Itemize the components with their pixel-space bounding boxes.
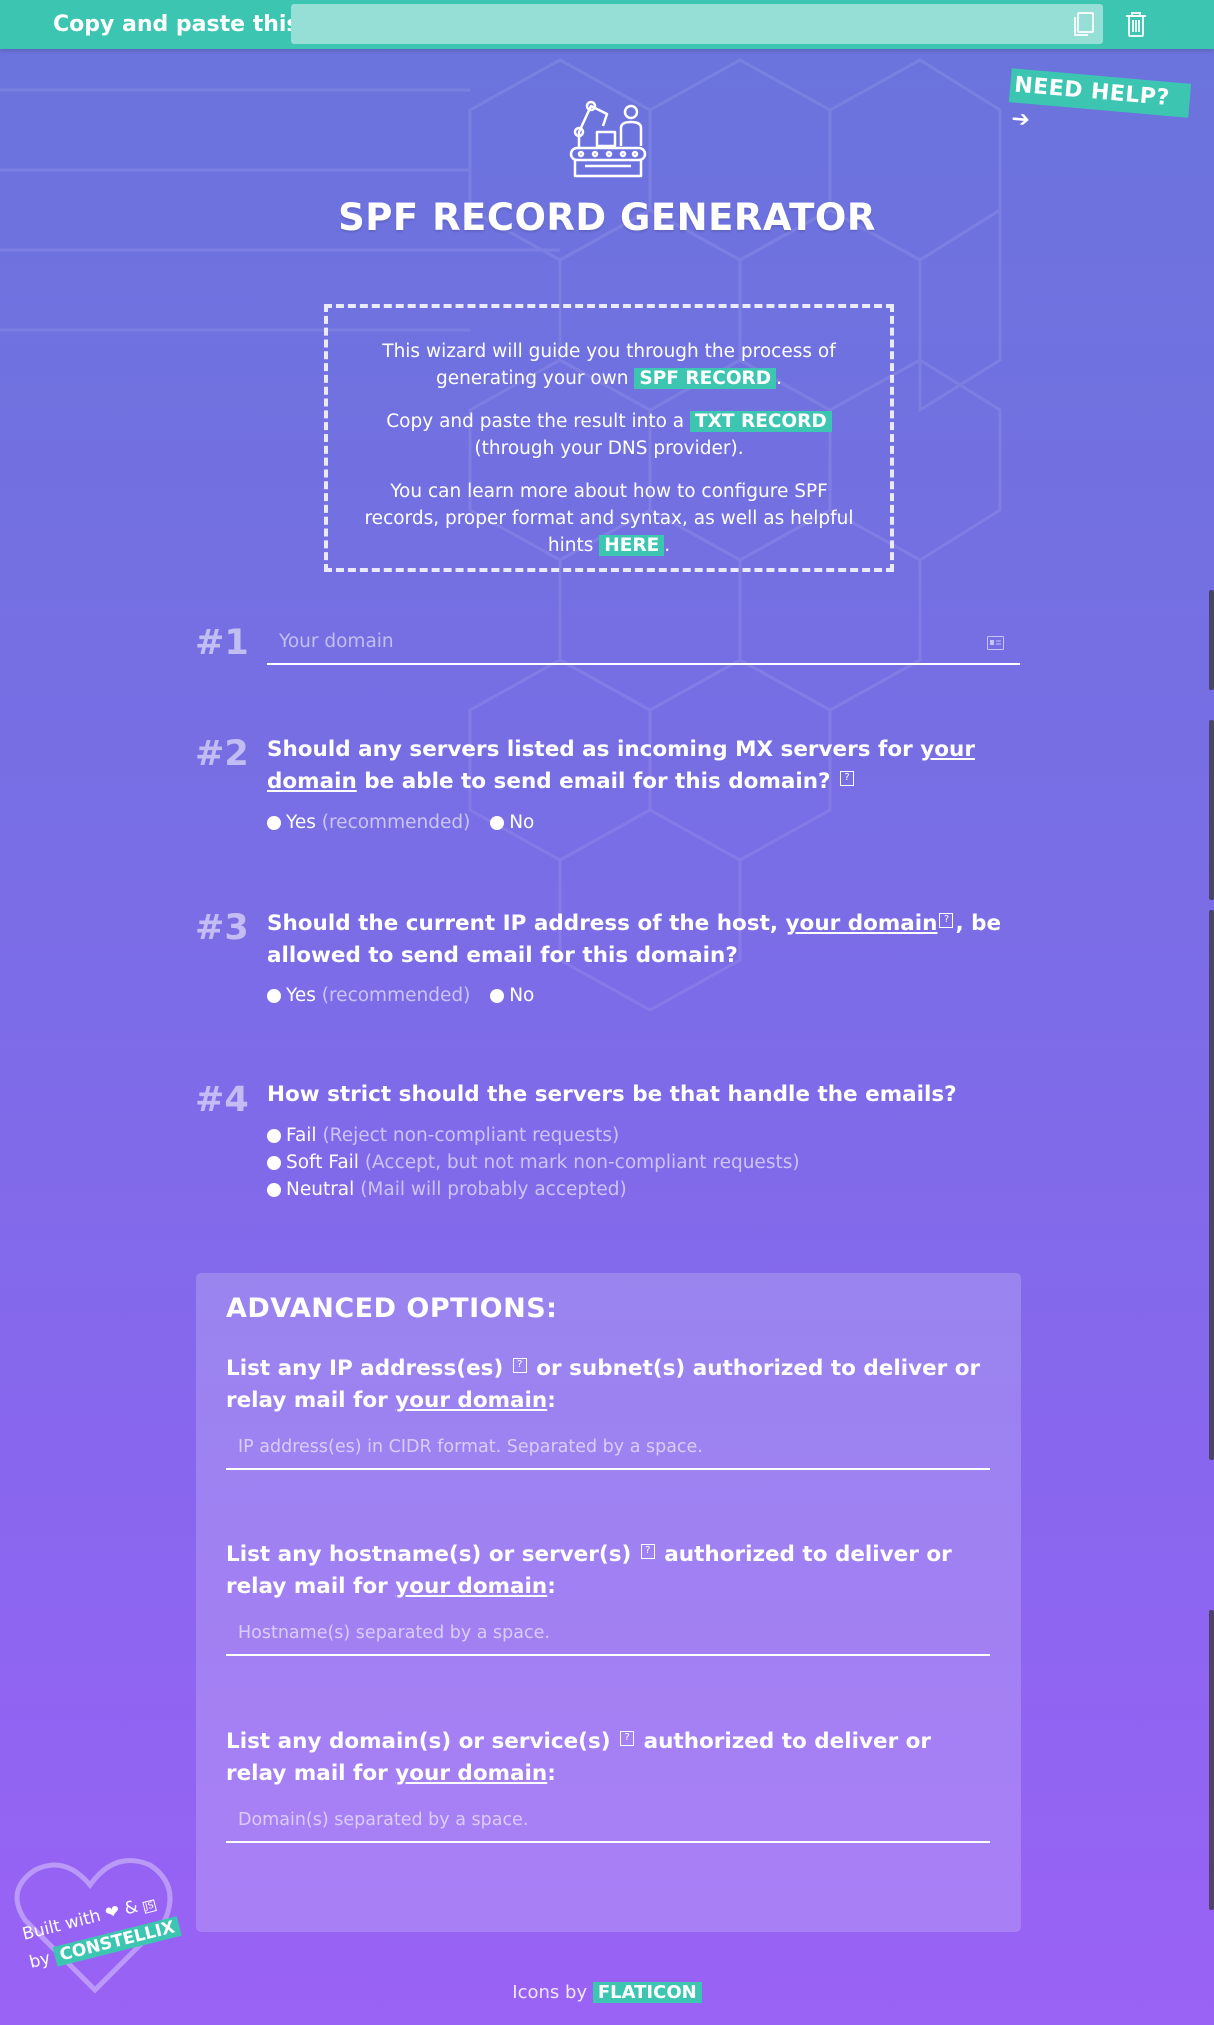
question-text: :: [547, 1761, 556, 1786]
badge-line: by: [27, 1948, 53, 1973]
here-link[interactable]: HERE: [599, 535, 665, 556]
scrollbar[interactable]: [1209, 910, 1214, 1460]
advanced-options-panel: ADVANCED OPTIONS: List any IP address(es…: [196, 1273, 1021, 1932]
soft-fail-option[interactable]: Soft Fail (Accept, but not mark non-comp…: [267, 1149, 800, 1176]
flaticon-link[interactable]: FLATICON: [592, 1982, 702, 2003]
option-hint: (Accept, but not mark non-compliant requ…: [364, 1152, 800, 1173]
input-placeholder: Hostname(s) separated by a space.: [238, 1623, 550, 1643]
step-number: #3: [195, 908, 249, 948]
strictness-options: Fail (Reject non-compliant requests) Sof…: [267, 1122, 814, 1203]
radio-button[interactable]: [267, 1128, 281, 1143]
radio-button[interactable]: [267, 1182, 281, 1197]
question-text: List any domain(s) or service(s): [226, 1729, 619, 1754]
question-text: be able to send email for this domain?: [356, 769, 831, 794]
question-text: :: [547, 1388, 556, 1413]
neutral-option[interactable]: Neutral (Mail will probably accepted): [267, 1176, 800, 1203]
option-label: Soft Fail: [286, 1152, 359, 1173]
question-text: Should any servers listed as incoming MX…: [267, 737, 921, 762]
domain-placeholder: Your domain: [279, 631, 394, 652]
help-tooltip-icon[interactable]: ?: [939, 912, 954, 928]
option-hint: (Reject non-compliant requests): [322, 1125, 620, 1146]
option-label: No: [509, 812, 535, 833]
copy-bar-label: Copy and paste this:: [53, 12, 309, 37]
option-label: Neutral: [286, 1179, 355, 1200]
option-hint: (Mail will probably accepted): [360, 1179, 627, 1200]
page-title: SPF RECORD GENERATOR: [338, 196, 876, 239]
help-tooltip-icon[interactable]: ?: [512, 1357, 527, 1373]
js-icon: JS: [142, 1899, 158, 1914]
intro-text: (through your DNS provider).: [474, 438, 744, 459]
radio-button[interactable]: [267, 988, 281, 1003]
option-hint: (recommended): [321, 985, 471, 1006]
your-domain-link[interactable]: your domain: [395, 1388, 547, 1413]
intro-text: .: [664, 535, 671, 556]
scrollbar[interactable]: [1209, 1610, 1214, 1910]
footer: Icons by FLATICON: [0, 1982, 1214, 2003]
copy-icon[interactable]: [1069, 9, 1099, 39]
step-number: #1: [195, 623, 249, 663]
robot-assembly-icon: [569, 100, 647, 178]
ip-list-question: List any IP address(es) ? or subnet(s) a…: [226, 1353, 996, 1417]
radio-button[interactable]: [267, 815, 281, 830]
question-text: Should the current IP address of the hos…: [267, 911, 786, 936]
question-text: List any hostname(s) or server(s): [226, 1542, 639, 1567]
option-label: No: [509, 985, 535, 1006]
scrollbar[interactable]: [1209, 720, 1214, 900]
ip-no-option[interactable]: No: [490, 982, 534, 1009]
your-domain-link[interactable]: your domain: [395, 1574, 547, 1599]
question-text: List any IP address(es): [226, 1356, 511, 1381]
domain-list-question: List any domain(s) or service(s) ? autho…: [226, 1726, 996, 1790]
radio-button[interactable]: [490, 815, 505, 830]
ip-options: Yes (recommended) No: [267, 982, 548, 1011]
intro-box: This wizard will guide you through the p…: [324, 304, 894, 572]
advanced-options-title: ADVANCED OPTIONS:: [226, 1293, 558, 1324]
intro-text: .: [776, 368, 783, 389]
ip-question: Should the current IP address of the hos…: [267, 908, 1027, 972]
copy-bar: Copy and paste this:: [0, 0, 1214, 49]
your-domain-link[interactable]: your domain: [395, 1761, 547, 1786]
ip-list-input[interactable]: IP address(es) in CIDR format. Separated…: [226, 1430, 990, 1470]
built-with-badge[interactable]: Built with ❤ & JS by CONSTELLIX: [10, 1845, 182, 2000]
trash-icon[interactable]: [1121, 9, 1151, 39]
txt-record-tag: TXT RECORD: [690, 411, 832, 432]
help-tooltip-icon[interactable]: ?: [840, 770, 855, 786]
domain-input[interactable]: Your domain: [267, 625, 1020, 665]
option-label: Fail: [286, 1125, 317, 1146]
help-tooltip-icon[interactable]: ?: [640, 1543, 655, 1559]
fail-option[interactable]: Fail (Reject non-compliant requests): [267, 1122, 800, 1149]
your-domain-link[interactable]: your domain: [786, 911, 938, 936]
option-label: Yes: [286, 812, 316, 833]
step-number: #4: [195, 1080, 249, 1120]
mx-options: Yes (recommended) No: [267, 809, 548, 838]
option-label: Yes: [286, 985, 316, 1006]
input-placeholder: Domain(s) separated by a space.: [238, 1810, 529, 1830]
mx-question: Should any servers listed as incoming MX…: [267, 734, 1027, 798]
radio-button[interactable]: [490, 988, 505, 1003]
ip-yes-option[interactable]: Yes (recommended): [267, 982, 470, 1009]
spf-record-tag: SPF RECORD: [634, 368, 777, 389]
step-number: #2: [195, 734, 249, 774]
question-text: :: [547, 1574, 556, 1599]
option-hint: (recommended): [321, 812, 471, 833]
footer-text: Icons by: [512, 1982, 593, 2003]
mx-yes-option[interactable]: Yes (recommended): [267, 809, 470, 836]
help-tooltip-icon[interactable]: ?: [620, 1730, 635, 1746]
hostname-question: List any hostname(s) or server(s) ? auth…: [226, 1539, 996, 1603]
mx-no-option[interactable]: No: [490, 809, 534, 836]
strictness-question: How strict should the servers be that ha…: [267, 1082, 957, 1107]
badge-amp: &: [122, 1896, 141, 1920]
domain-list-input[interactable]: Domain(s) separated by a space.: [226, 1803, 990, 1843]
radio-button[interactable]: [267, 1155, 281, 1170]
need-help-button[interactable]: NEED HELP? ➔: [1008, 68, 1192, 133]
spf-output-field[interactable]: [291, 4, 1103, 44]
contact-card-icon: [987, 636, 1004, 650]
input-placeholder: IP address(es) in CIDR format. Separated…: [238, 1437, 703, 1457]
intro-text: Copy and paste the result into a: [386, 411, 690, 432]
heart-icon: ❤: [103, 1901, 122, 1925]
scrollbar[interactable]: [1209, 590, 1214, 690]
hostname-input[interactable]: Hostname(s) separated by a space.: [226, 1616, 990, 1656]
